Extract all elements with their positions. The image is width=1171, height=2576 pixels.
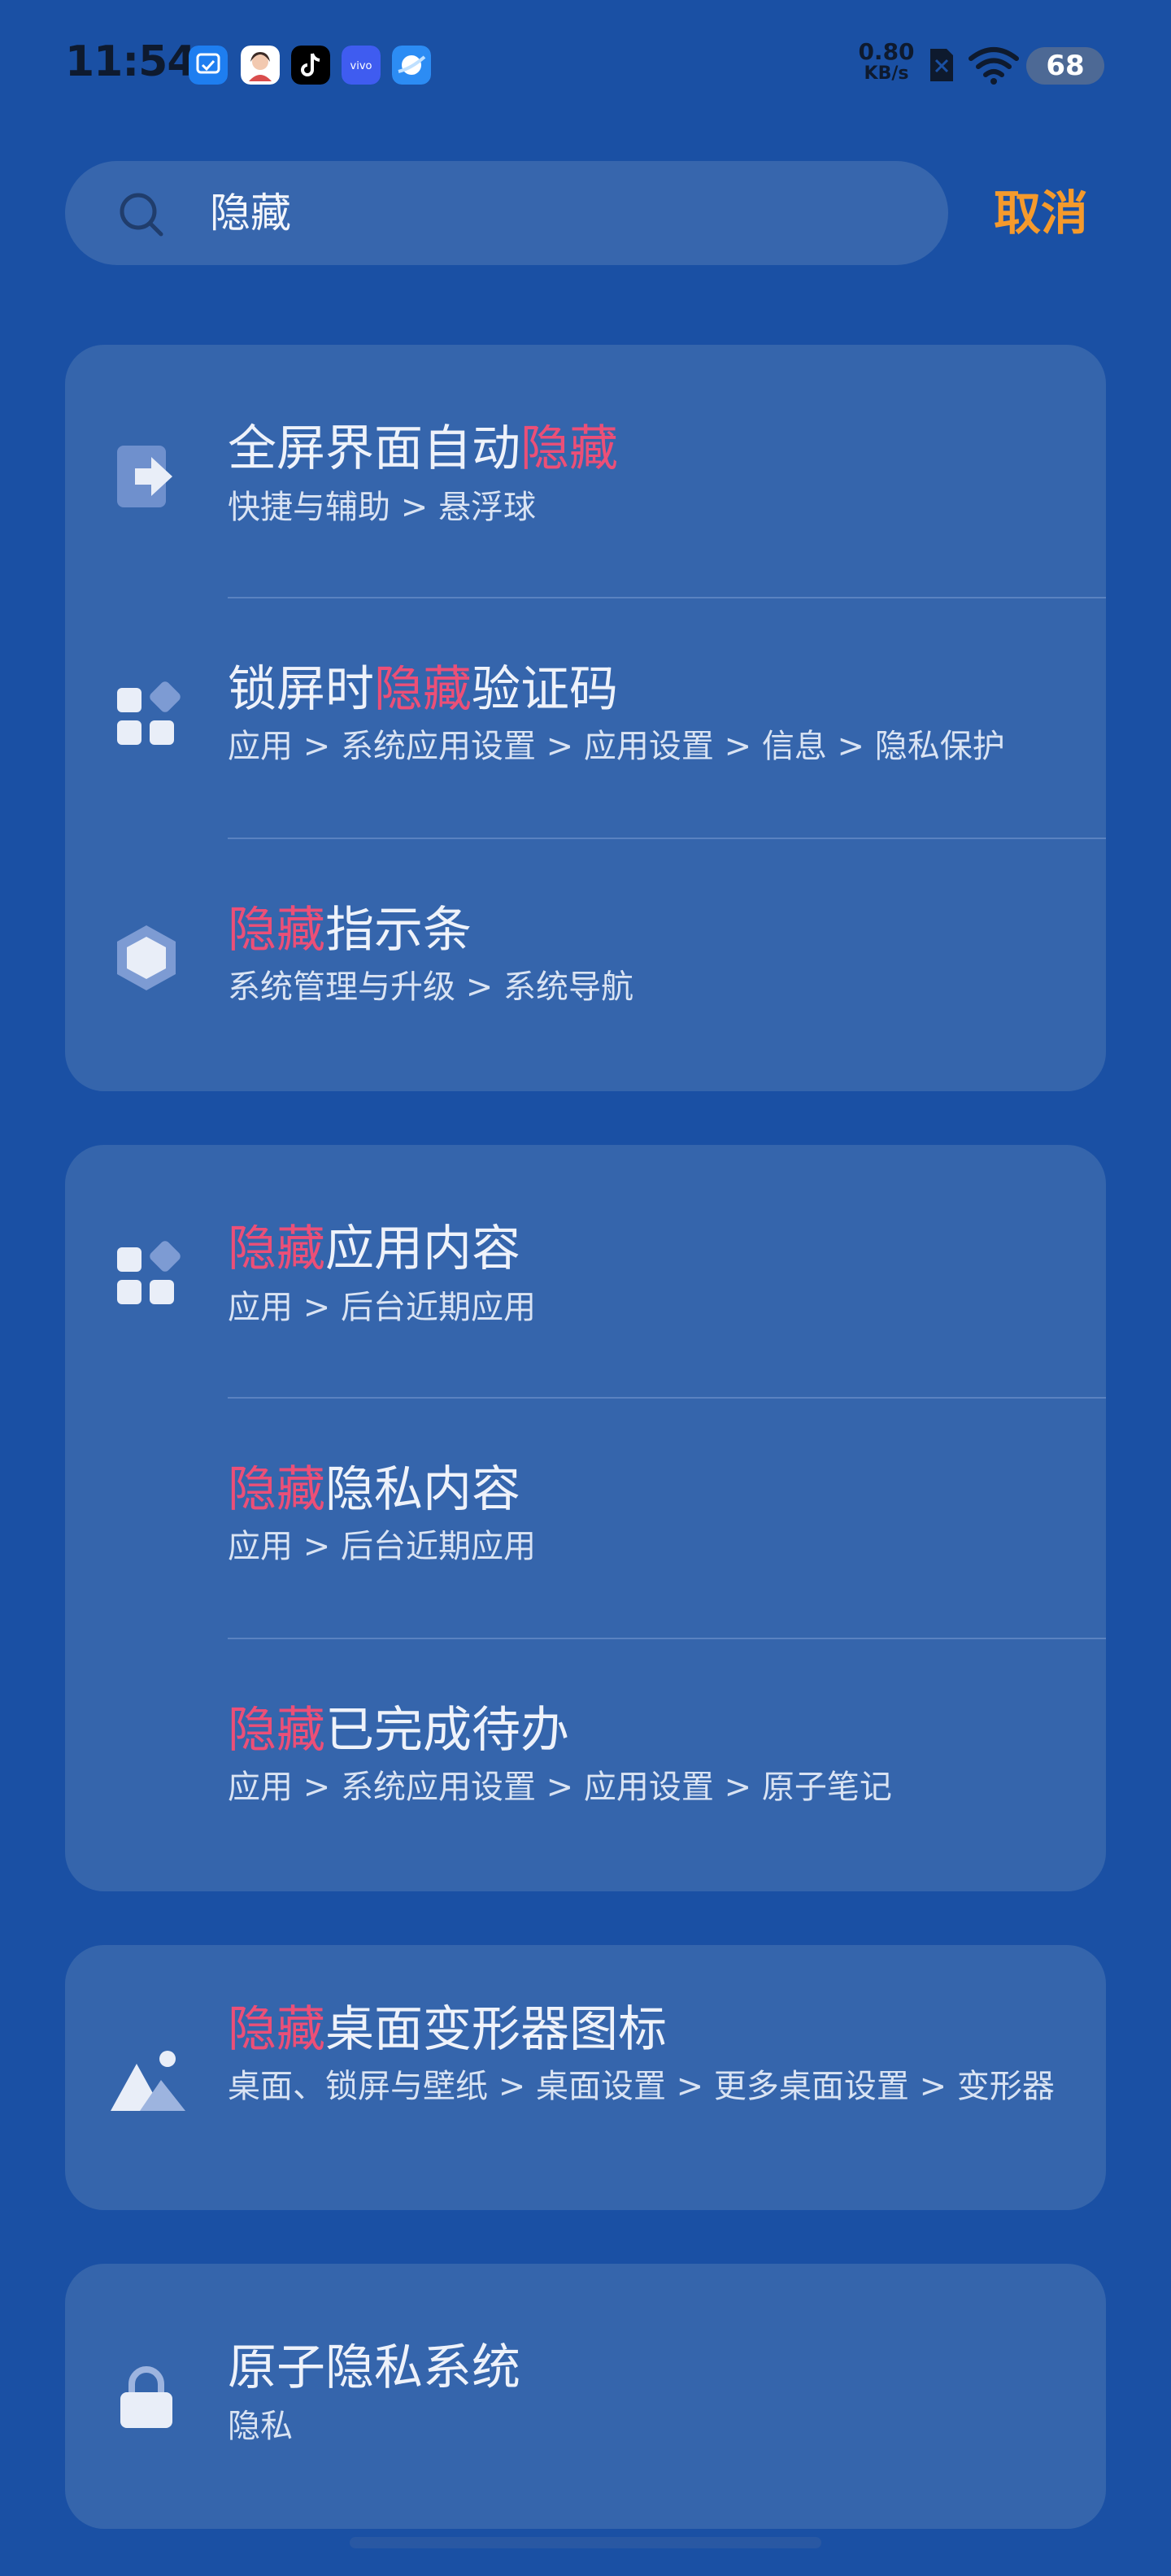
cancel-button[interactable]: 取消 <box>994 181 1088 246</box>
result-path: 桌面、锁屏与壁纸 > 桌面设置 > 更多桌面设置 > 变形器 <box>228 2068 1055 2105</box>
result-title: 隐藏已完成待办 <box>228 1699 569 1761</box>
result-path: 应用 > 系统应用设置 > 应用设置 > 原子笔记 <box>228 1769 892 1806</box>
result-title-highlight: 隐藏 <box>228 1702 325 1759</box>
browser-app-icon <box>392 46 431 85</box>
battery-icon: 68 <box>1026 47 1104 85</box>
gesture-bar[interactable] <box>350 2537 821 2548</box>
result-title: 全屏界面自动隐藏 <box>228 418 618 480</box>
result-item-hide-app-content[interactable]: 隐藏应用内容 应用 > 后台近期应用 <box>65 1145 1106 1399</box>
status-time: 11:54 <box>65 37 197 86</box>
result-title-highlight: 隐藏 <box>228 1221 325 1277</box>
result-title: 锁屏时隐藏验证码 <box>228 659 618 720</box>
result-item-atomic-privacy-system[interactable]: 原子隐私系统 隐私 <box>65 2264 1106 2529</box>
result-item-hide-indicator-bar[interactable]: 隐藏指示条 系统管理与升级 > 系统导航 <box>65 839 1106 1091</box>
result-path: 应用 > 后台近期应用 <box>228 1528 536 1565</box>
wallpaper-icon <box>111 2051 185 2111</box>
result-item-fullscreen-auto-hide[interactable]: 全屏界面自动隐藏 快捷与辅助 > 悬浮球 <box>65 345 1106 598</box>
result-path: 快捷与辅助 > 悬浮球 <box>228 489 536 526</box>
result-title-highlight: 隐藏 <box>228 1461 325 1518</box>
result-title: 原子隐私系统 <box>228 2337 520 2399</box>
status-bar: 11:54 vivo 0.80 KB/s 68 <box>0 0 1171 130</box>
sim-disabled-icon <box>930 49 953 81</box>
result-title-text: 已完成待办 <box>325 1702 569 1759</box>
vivo-app-icon: vivo <box>342 46 381 85</box>
results-group-2: 隐藏应用内容 应用 > 后台近期应用 隐藏隐私内容 应用 > 后台近期应用 隐藏… <box>65 1145 1106 1891</box>
result-title-text: 桌面变形器图标 <box>325 2001 667 2058</box>
result-title-text: 原子隐私系统 <box>228 2339 520 2396</box>
result-path: 应用 > 系统应用设置 > 应用设置 > 信息 > 隐私保护 <box>228 728 1005 765</box>
apps-grid-icon <box>117 1241 181 1304</box>
result-title: 隐藏桌面变形器图标 <box>228 1999 667 2060</box>
result-item-hide-privacy-content[interactable]: 隐藏隐私内容 应用 > 后台近期应用 <box>65 1399 1106 1638</box>
result-title-text: 全屏界面自动 <box>228 420 520 477</box>
results-group-3: 隐藏桌面变形器图标 桌面、锁屏与壁纸 > 桌面设置 > 更多桌面设置 > 变形器 <box>65 1945 1106 2210</box>
network-speed-unit: KB/s <box>864 63 909 84</box>
result-title-highlight: 隐藏 <box>228 2001 325 2058</box>
network-speed-value: 0.80 <box>858 38 915 65</box>
lock-icon <box>120 2366 172 2428</box>
tiktok-app-icon <box>291 46 330 85</box>
result-item-lock-screen-hide-code[interactable]: 锁屏时隐藏验证码 应用 > 系统应用设置 > 应用设置 > 信息 > 隐私保护 <box>65 598 1106 838</box>
apps-grid-icon <box>117 681 181 745</box>
result-title-text: 隐私内容 <box>325 1461 520 1518</box>
wifi-icon <box>969 47 1019 85</box>
result-path: 系统管理与升级 > 系统导航 <box>228 968 633 1006</box>
results-group-1: 全屏界面自动隐藏 快捷与辅助 > 悬浮球 锁屏时隐藏验证码 应用 > 系统应用设… <box>65 345 1106 1091</box>
result-item-hide-transformer-icon[interactable]: 隐藏桌面变形器图标 桌面、锁屏与壁纸 > 桌面设置 > 更多桌面设置 > 变形器 <box>65 1945 1106 2210</box>
result-title-text: 指示条 <box>325 902 472 959</box>
hexagon-icon <box>117 925 176 990</box>
avatar-app-icon <box>241 46 280 85</box>
svg-text:vivo: vivo <box>350 60 372 72</box>
result-title-text: 锁屏时 <box>228 661 374 718</box>
search-icon <box>120 193 163 237</box>
arrow-right-icon <box>117 446 172 507</box>
result-title: 隐藏应用内容 <box>228 1218 520 1280</box>
result-title: 隐藏指示条 <box>228 899 472 961</box>
search-bar[interactable]: 隐藏 <box>65 161 948 265</box>
result-title-highlight: 隐藏 <box>228 902 325 959</box>
search-input[interactable]: 隐藏 <box>210 185 877 241</box>
result-title-highlight: 隐藏 <box>374 661 472 718</box>
result-title-text: 应用内容 <box>325 1221 520 1277</box>
result-path: 隐私 <box>228 2408 293 2445</box>
result-title: 隐藏隐私内容 <box>228 1459 520 1521</box>
result-item-hide-completed-todos[interactable]: 隐藏已完成待办 应用 > 系统应用设置 > 应用设置 > 原子笔记 <box>65 1639 1106 1891</box>
result-path: 应用 > 后台近期应用 <box>228 1289 536 1326</box>
result-title-highlight: 隐藏 <box>520 420 618 477</box>
results-group-4: 原子隐私系统 隐私 <box>65 2264 1106 2529</box>
result-title-text: 验证码 <box>472 661 618 718</box>
screenshot-app-icon <box>189 46 228 85</box>
network-speed: 0.80 KB/s <box>855 41 917 83</box>
